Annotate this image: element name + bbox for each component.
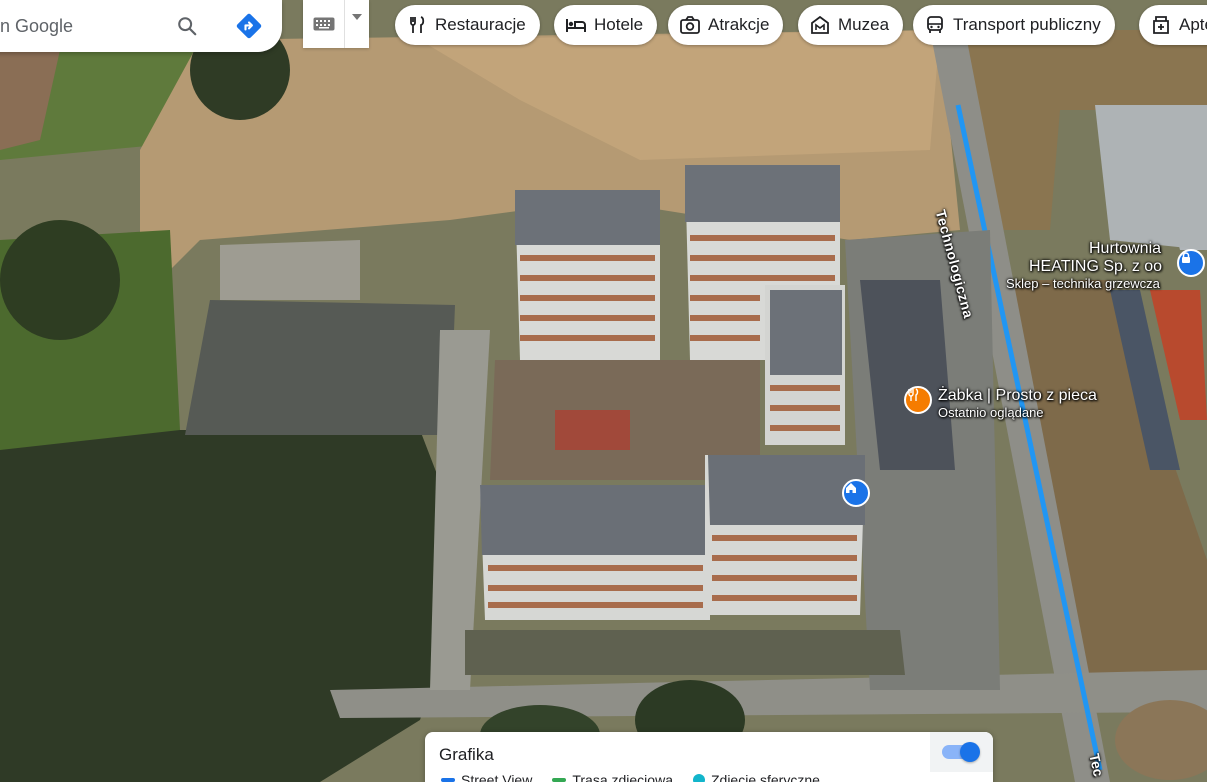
layer-option-label: Trasa zdjęciowa <box>572 772 673 782</box>
street-view-swatch-icon <box>441 778 455 782</box>
chip-hotele[interactable]: Hotele <box>554 5 658 45</box>
layer-option-sferyczne[interactable]: Zdjęcie sferyczne <box>692 772 820 782</box>
chip-apteki[interactable]: Apte <box>1139 5 1207 45</box>
layer-option-label: Zdjęcie sferyczne <box>710 772 820 782</box>
layers-options: Street View Trasa zdjęciowa Zdjęcie sfer… <box>441 772 820 782</box>
layers-panel: Grafika Street View Trasa zdjęciowa Zdję… <box>425 732 993 782</box>
chip-label: Restauracje <box>435 15 526 34</box>
chip-atrakcje[interactable]: Atrakcje <box>668 5 784 45</box>
search-icon[interactable] <box>172 11 202 41</box>
toggle-knob <box>960 742 980 762</box>
directions-icon[interactable] <box>232 9 266 43</box>
chip-transport-publiczny[interactable]: Transport publiczny <box>913 5 1115 45</box>
search-box: n Google <box>0 0 282 52</box>
input-tools <box>303 0 369 48</box>
chip-label: Transport publiczny <box>953 15 1101 34</box>
aerial-map[interactable]: Technologiczna Tec Hurtownia HEATING Sp.… <box>0 0 1207 782</box>
layers-toggle[interactable] <box>942 742 980 762</box>
layer-option-label: Street View <box>461 772 533 782</box>
photo-route-swatch-icon <box>552 778 567 782</box>
place-name-zabka[interactable]: Żabka | Prosto z pieca <box>938 387 1097 405</box>
layers-panel-title: Grafika <box>439 745 494 764</box>
restaurant-pin-icon[interactable] <box>904 386 932 414</box>
keyboard-icon[interactable] <box>303 0 345 48</box>
place-name-heating[interactable]: HEATING Sp. z oo <box>1029 258 1162 276</box>
home-pin-icon[interactable] <box>842 479 870 507</box>
shop-lock-icon[interactable] <box>1177 249 1205 277</box>
chip-label: Hotele <box>594 15 644 34</box>
place-recent-zabka: Ostatnio oglądane <box>938 405 1044 420</box>
chevron-down-icon[interactable] <box>345 0 369 48</box>
fork-knife-icon <box>407 15 427 35</box>
museum-icon <box>810 15 830 35</box>
chip-restauracje[interactable]: Restauracje <box>395 5 540 45</box>
search-input[interactable]: n Google <box>0 16 160 37</box>
layer-option-trasa[interactable]: Trasa zdjęciowa <box>552 772 673 782</box>
bus-icon <box>925 15 945 35</box>
chip-label: Muzea <box>838 15 890 34</box>
pharmacy-icon <box>1151 15 1171 35</box>
chip-label: Apte <box>1179 15 1207 34</box>
chip-label: Atrakcje <box>708 15 770 34</box>
layers-toggle-area <box>930 732 993 772</box>
sphere-photo-swatch-icon <box>692 774 705 782</box>
place-category-heating: Sklep – technika grzewcza <box>1006 276 1160 291</box>
camera-icon <box>680 15 700 35</box>
chip-muzea[interactable]: Muzea <box>798 5 904 45</box>
bed-icon <box>566 15 586 35</box>
place-name-hurtownia[interactable]: Hurtownia <box>1089 240 1161 258</box>
layer-option-street-view[interactable]: Street View <box>441 772 532 782</box>
